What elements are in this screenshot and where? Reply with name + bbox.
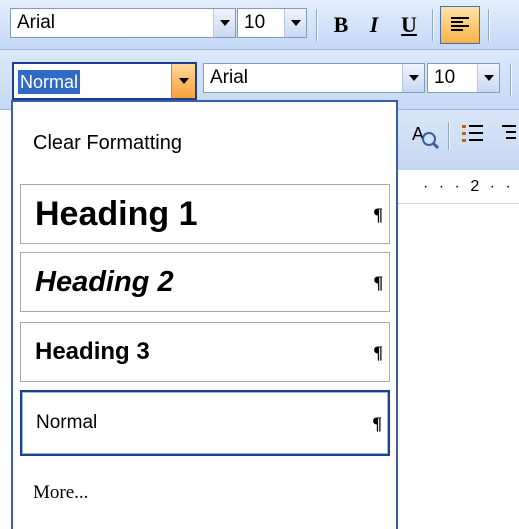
chevron-down-icon[interactable] [284, 9, 306, 37]
toolbar-separator [488, 9, 490, 41]
style-item-label: Heading 3 [35, 338, 150, 365]
style-combo[interactable]: Normal [12, 62, 197, 100]
style-item-label: Heading 2 [35, 265, 174, 298]
paragraph-mark-icon: ¶ [372, 413, 382, 434]
style-item-label: Heading 1 [35, 194, 198, 233]
find-replace-icon[interactable]: A [410, 120, 440, 150]
style-value[interactable]: Normal [18, 70, 81, 94]
chevron-down-icon[interactable] [402, 64, 424, 92]
style-item-label: Normal [36, 412, 98, 433]
paragraph-mark-icon: ¶ [373, 342, 383, 363]
font-name-value: Arial [17, 12, 56, 33]
font-name-combo[interactable]: Arial [10, 8, 236, 38]
paragraph-mark-icon: ¶ [374, 272, 383, 293]
align-left-button[interactable] [440, 6, 480, 44]
toolbar-separator [316, 9, 318, 41]
font-size-combo[interactable]: 10 [237, 8, 307, 38]
font-name-combo-2[interactable]: Arial [203, 63, 425, 93]
bold-button[interactable]: B [325, 8, 357, 42]
more-styles-item[interactable]: More... [33, 482, 88, 504]
document-page [398, 205, 519, 529]
chevron-down-icon[interactable] [477, 64, 499, 92]
font-name-value-2: Arial [210, 67, 249, 88]
paragraph-mark-icon: ¶ [373, 204, 383, 225]
underline-button[interactable]: U [393, 8, 425, 42]
style-dropdown-menu: Clear Formatting Heading 1 ¶ Heading 2 ¶… [11, 100, 398, 529]
chevron-down-icon[interactable] [171, 64, 195, 98]
bold-label: B [333, 12, 349, 37]
style-item-heading-1[interactable]: Heading 1 ¶ [20, 184, 390, 244]
clear-formatting-item[interactable]: Clear Formatting [33, 132, 182, 155]
style-item-heading-2[interactable]: Heading 2 ¶ [20, 252, 390, 312]
italic-button[interactable]: I [358, 8, 390, 42]
font-size-combo-2[interactable]: 10 [427, 63, 500, 93]
indent-icon[interactable] [500, 122, 518, 148]
ruler-marks: · · · 2 · · [423, 178, 514, 195]
chevron-down-icon[interactable] [213, 9, 235, 37]
underline-label: U [401, 12, 417, 37]
style-item-normal[interactable]: Normal ¶ [20, 390, 390, 456]
font-size-value: 10 [244, 12, 266, 33]
italic-label: I [369, 12, 379, 37]
toolbar-separator [510, 64, 512, 96]
toolbar-separator [448, 122, 450, 150]
font-size-value-2: 10 [434, 67, 456, 88]
numbering-icon[interactable] [460, 122, 486, 148]
svg-text:A: A [412, 124, 424, 144]
style-item-heading-3[interactable]: Heading 3 ¶ [20, 322, 390, 382]
formatting-toolbar: Arial 10 B I U [0, 0, 519, 50]
horizontal-ruler: · · · 2 · · [397, 170, 519, 204]
align-left-icon [451, 17, 469, 31]
toolbar-separator [432, 9, 434, 41]
